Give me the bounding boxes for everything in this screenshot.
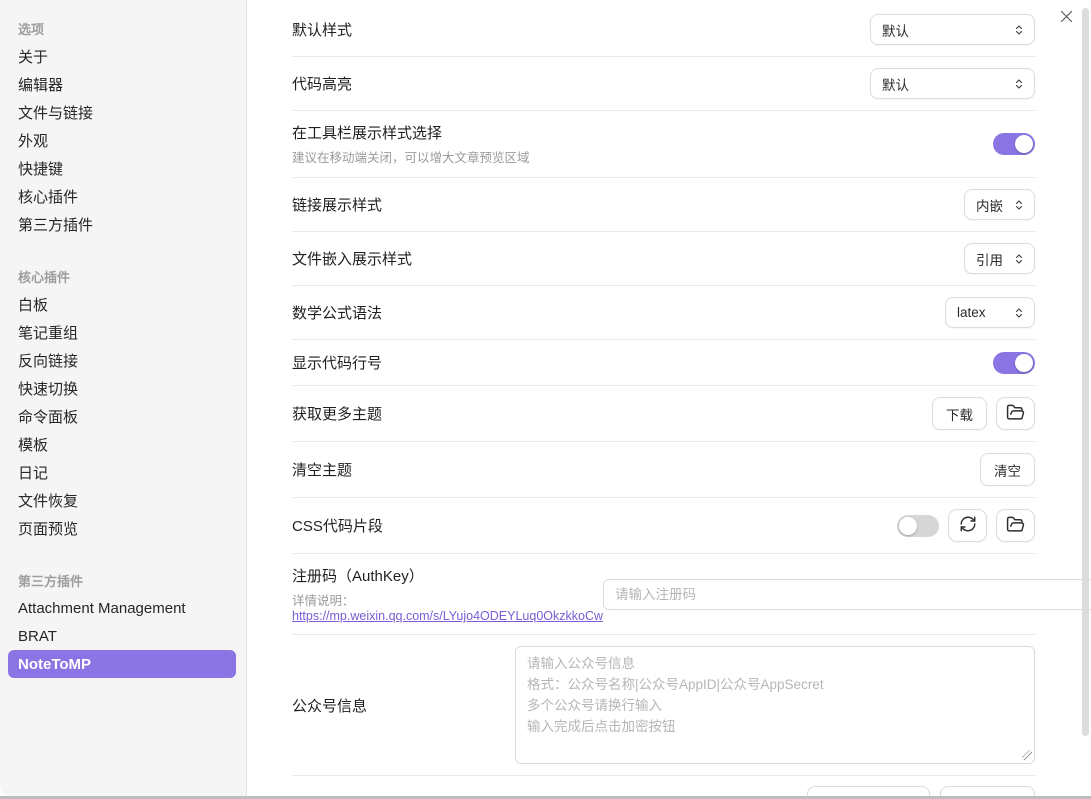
mp-account-textarea-wrap: [515, 646, 1035, 764]
setting-row-authkey: 注册码（AuthKey） 详情说明： https://mp.weixin.qq.…: [292, 554, 1035, 635]
mp-account-textarea[interactable]: [515, 646, 1035, 764]
code-highlight-select[interactable]: 默认: [870, 68, 1035, 99]
download-theme-button[interactable]: 下载: [932, 397, 987, 430]
scrollbar[interactable]: [1082, 8, 1089, 736]
sidebar-item-editor[interactable]: 编辑器: [8, 70, 236, 98]
chevrons-up-down-icon: [1013, 198, 1025, 212]
folder-open-icon: [1006, 403, 1025, 425]
open-theme-folder-button[interactable]: [996, 397, 1035, 430]
sidebar-item-quick-switcher[interactable]: 快速切换: [8, 374, 236, 402]
setting-row-link-style: 链接展示样式 内嵌: [292, 178, 1035, 232]
sidebar-item-about[interactable]: 关于: [8, 42, 236, 70]
setting-row-toolbar-style-picker: 在工具栏展示样式选择 建议在移动端关闭，可以增大文章预览区域: [292, 111, 1035, 178]
settings-modal: 选项 关于 编辑器 文件与链接 外观 快捷键 核心插件 第三方插件 核心插件 白…: [0, 0, 1091, 799]
line-numbers-toggle[interactable]: [993, 352, 1035, 374]
sidebar-header-core-plugins: 核心插件: [18, 262, 236, 290]
select-value: 内嵌: [976, 195, 1003, 215]
settings-sidebar: 选项 关于 编辑器 文件与链接 外观 快捷键 核心插件 第三方插件 核心插件 白…: [0, 0, 247, 796]
setting-row-clear-themes: 清空主题 清空: [292, 442, 1035, 498]
toggle-knob: [1015, 354, 1033, 372]
clear-theme-button[interactable]: 清空: [980, 453, 1035, 486]
authkey-help-link[interactable]: https://mp.weixin.qq.com/s/LYujo4ODEYLuq…: [292, 609, 603, 623]
toggle-knob: [899, 517, 917, 535]
setting-row-default-style: 默认样式 默认: [292, 3, 1035, 57]
desc-prefix: 详情说明：: [292, 594, 355, 608]
setting-name: 注册码（AuthKey）: [292, 565, 603, 586]
refresh-icon: [959, 515, 977, 536]
setting-row-css-snippets: CSS代码片段: [292, 498, 1035, 554]
sidebar-item-core-plugins[interactable]: 核心插件: [8, 182, 236, 210]
sidebar-item-daily-notes[interactable]: 日记: [8, 458, 236, 486]
css-snippets-toggle[interactable]: [897, 515, 939, 537]
setting-row-line-numbers: 显示代码行号: [292, 340, 1035, 386]
sidebar-section-core-plugins: 核心插件 白板 笔记重组 反向链接 快速切换 命令面板 模板 日记 文件恢复 页…: [18, 262, 236, 542]
footer-actions: 加密公众号信息 测试公众号: [292, 776, 1035, 796]
setting-row-code-highlight: 代码高亮 默认: [292, 57, 1035, 111]
sidebar-item-page-preview[interactable]: 页面预览: [8, 514, 236, 542]
close-icon[interactable]: [1055, 5, 1077, 27]
sidebar-header-community-plugins: 第三方插件: [18, 566, 236, 594]
sidebar-item-command-palette[interactable]: 命令面板: [8, 402, 236, 430]
sidebar-section-community-plugins: 第三方插件 Attachment Management BRAT NoteToM…: [18, 566, 236, 678]
setting-name: 获取更多主题: [292, 403, 382, 424]
sidebar-section-options: 选项 关于 编辑器 文件与链接 外观 快捷键 核心插件 第三方插件: [18, 14, 236, 238]
setting-row-embed-style: 文件嵌入展示样式 引用: [292, 232, 1035, 286]
sidebar-item-canvas[interactable]: 白板: [8, 290, 236, 318]
link-style-select[interactable]: 内嵌: [964, 189, 1035, 220]
setting-name: 默认样式: [292, 19, 352, 40]
sidebar-item-file-recovery[interactable]: 文件恢复: [8, 486, 236, 514]
setting-name: 链接展示样式: [292, 194, 382, 215]
sidebar-item-note-composer[interactable]: 笔记重组: [8, 318, 236, 346]
sidebar-item-notetomp[interactable]: NoteToMP: [8, 650, 236, 678]
chevrons-up-down-icon: [1013, 306, 1025, 320]
setting-row-mp-account-info: 公众号信息: [292, 635, 1035, 776]
chevrons-up-down-icon: [1013, 77, 1025, 91]
test-mp-account-button[interactable]: 测试公众号: [940, 786, 1036, 796]
select-value: 默认: [882, 74, 909, 94]
setting-name: 公众号信息: [292, 695, 367, 716]
sidebar-header-options: 选项: [18, 14, 236, 42]
folder-open-icon: [1006, 515, 1025, 537]
sidebar-item-templates[interactable]: 模板: [8, 430, 236, 458]
chevrons-up-down-icon: [1013, 23, 1025, 37]
authkey-input[interactable]: [603, 579, 1091, 610]
setting-name: 代码高亮: [292, 73, 352, 94]
setting-name: 在工具栏展示样式选择: [292, 122, 530, 143]
reload-snippets-button[interactable]: [948, 509, 987, 542]
setting-name: CSS代码片段: [292, 515, 383, 536]
open-snippets-folder-button[interactable]: [996, 509, 1035, 542]
setting-name: 文件嵌入展示样式: [292, 248, 412, 269]
toggle-knob: [1015, 135, 1033, 153]
setting-row-get-themes: 获取更多主题 下载: [292, 386, 1035, 442]
select-value: 默认: [882, 20, 909, 40]
settings-pane: 默认样式 默认 代码高亮 默认: [247, 0, 1091, 796]
sidebar-item-backlinks[interactable]: 反向链接: [8, 346, 236, 374]
sidebar-item-files-links[interactable]: 文件与链接: [8, 98, 236, 126]
encrypt-mp-info-button[interactable]: 加密公众号信息: [807, 786, 930, 796]
default-style-select[interactable]: 默认: [870, 14, 1035, 45]
sidebar-item-community-plugins[interactable]: 第三方插件: [8, 210, 236, 238]
setting-description: 详情说明： https://mp.weixin.qq.com/s/LYujo4O…: [292, 590, 603, 623]
select-value: latex: [957, 305, 986, 320]
sidebar-item-appearance[interactable]: 外观: [8, 126, 236, 154]
setting-name: 清空主题: [292, 459, 352, 480]
toolbar-style-toggle[interactable]: [993, 133, 1035, 155]
sidebar-item-brat[interactable]: BRAT: [8, 622, 236, 650]
setting-name: 显示代码行号: [292, 352, 382, 373]
sidebar-item-attachment-management[interactable]: Attachment Management: [8, 594, 236, 622]
chevrons-up-down-icon: [1013, 252, 1025, 266]
sidebar-item-hotkeys[interactable]: 快捷键: [8, 154, 236, 182]
math-syntax-select[interactable]: latex: [945, 297, 1035, 328]
select-value: 引用: [976, 249, 1003, 269]
embed-style-select[interactable]: 引用: [964, 243, 1035, 274]
setting-name: 数学公式语法: [292, 302, 382, 323]
setting-description: 建议在移动端关闭，可以增大文章预览区域: [292, 147, 530, 166]
setting-row-math-syntax: 数学公式语法 latex: [292, 286, 1035, 340]
